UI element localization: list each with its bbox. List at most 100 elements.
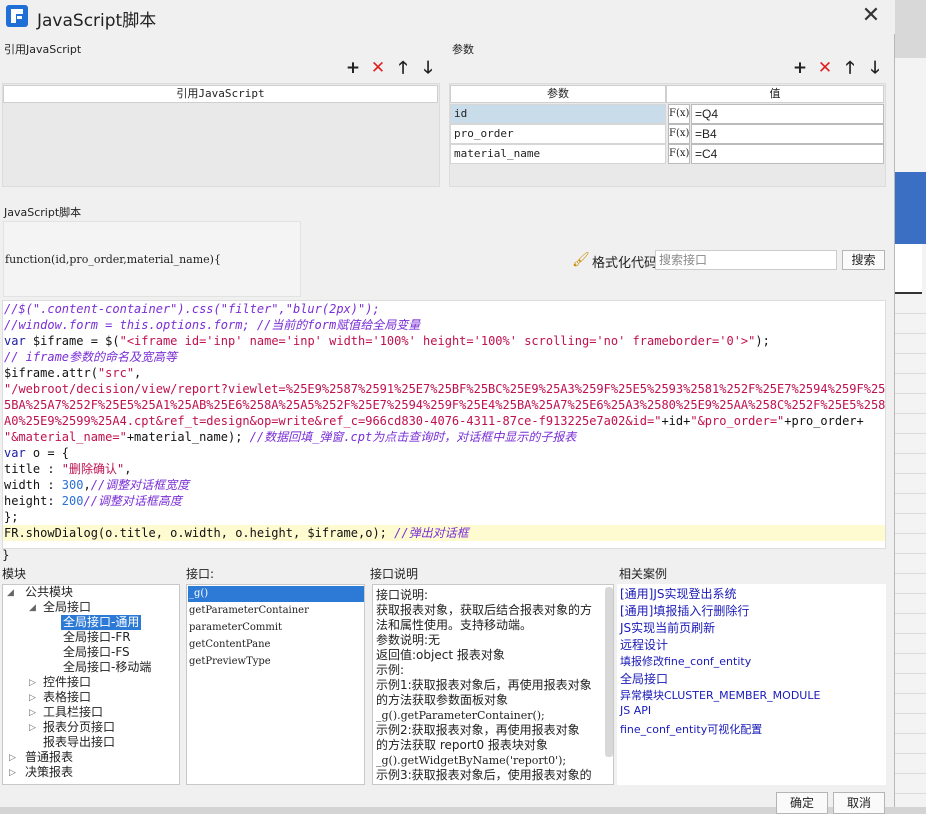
param-name[interactable]: material_name <box>450 144 666 164</box>
code-line: var $iframe = $("<iframe id='inp' name='… <box>4 334 770 348</box>
case-link[interactable]: JS API <box>620 704 651 717</box>
module-tree[interactable]: ◢ 公共模块 ◢ 全局接口 全局接口-通用 全局接口-FR 全局接口-FS 全局… <box>2 584 180 785</box>
tree-node[interactable]: 全局接口 <box>43 600 91 615</box>
tree-node[interactable]: 普通报表 <box>25 750 73 765</box>
param-name[interactable]: pro_order <box>450 124 666 144</box>
dialog-title: JavaScript脚本 <box>37 11 157 31</box>
interface-item[interactable]: getContentPane <box>188 637 364 653</box>
params-up-button[interactable]: 🡑 <box>841 59 859 77</box>
interface-item-selected[interactable]: _g() <box>188 586 364 602</box>
code-line: //window.form = this.options.form; //当前的… <box>4 318 421 332</box>
function-signature-box: function(id,pro_order,material_name){ <box>3 221 301 297</box>
formula-button[interactable]: F(x) <box>668 144 690 164</box>
code-line: //$(".content-container").css("filter","… <box>4 302 380 316</box>
background-grid <box>895 294 926 807</box>
modules-label: 模块 <box>2 567 27 581</box>
param-row[interactable]: id F(x) =Q4 <box>450 104 884 124</box>
params-delete-button[interactable]: ✕ <box>816 59 834 77</box>
tree-node-selected[interactable]: 全局接口-通用 <box>61 615 142 630</box>
tree-node[interactable]: 全局接口-FS <box>63 645 130 660</box>
tree-node[interactable]: 表格接口 <box>43 690 91 705</box>
search-button[interactable]: 搜索 <box>842 250 885 270</box>
case-link[interactable]: JS实现当前页刷新 <box>620 619 715 636</box>
code-line: }; <box>4 510 19 524</box>
formula-button[interactable]: F(x) <box>668 104 690 124</box>
description-line: 示例3:获取报表对象后，使用报表对象的 <box>376 768 592 782</box>
tree-node[interactable]: 全局接口-移动端 <box>63 660 151 675</box>
expanded-arrow-icon[interactable]: ◢ <box>7 586 14 601</box>
tree-node[interactable]: 全局接口-FR <box>63 630 131 645</box>
case-link[interactable]: 异常模块CLUSTER_MEMBER_MODULE <box>620 687 820 703</box>
param-value[interactable]: =B4 <box>691 124 884 144</box>
ref-js-up-button[interactable]: 🡑 <box>394 59 412 77</box>
description-line: 接口说明: <box>376 588 429 602</box>
ok-button[interactable]: 确定 <box>776 792 828 814</box>
code-line: width : 300,//调整对话框宽度 <box>4 478 190 492</box>
code-line: $iframe.attr("src", <box>4 366 142 380</box>
interface-item[interactable]: parameterCommit <box>188 620 364 636</box>
code-line-current: FR.showDialog(o.title, o.width, o.height… <box>3 525 885 541</box>
description-line: 返回值:object 报表对象 <box>376 648 505 662</box>
brush-icon[interactable]: 🖌 <box>572 252 590 268</box>
ref-js-label: 引用JavaScript <box>4 43 82 56</box>
background-selection <box>895 172 926 244</box>
title-bar: JavaScript脚本 ✕ <box>0 0 895 34</box>
params-col-name: 参数 <box>450 85 666 103</box>
interface-list[interactable]: _g() getParameterContainer parameterComm… <box>186 584 365 785</box>
related-cases: [通用]JS实现登出系统 [通用]填报插入行删除行 JS实现当前页刷新 远程设计… <box>617 584 886 785</box>
collapsed-arrow-icon[interactable]: ▷ <box>29 706 36 721</box>
scrollbar-thumb[interactable] <box>605 587 613 757</box>
params-label: 参数 <box>452 43 474 56</box>
interface-description: 接口说明: 获取报表对象，获取后结合报表对象的方 法和属性使用。支持移动端。 参… <box>372 584 614 785</box>
case-link[interactable]: 填报修改fine_conf_entity <box>620 653 751 669</box>
interface-item[interactable]: getParameterContainer <box>188 603 364 619</box>
params-down-button[interactable]: 🡓 <box>866 59 884 77</box>
tree-node[interactable]: 报表分页接口 <box>43 720 115 735</box>
function-signature: function(id,pro_order,material_name){ <box>5 253 221 266</box>
ref-js-add-button[interactable]: + <box>344 59 362 77</box>
tree-node[interactable]: 控件接口 <box>43 675 91 690</box>
case-link[interactable]: fine_conf_entity可视化配置 <box>620 721 762 737</box>
tree-node[interactable]: 工具栏接口 <box>43 705 103 720</box>
tree-node[interactable]: 报表导出接口 <box>43 735 115 750</box>
expanded-arrow-icon[interactable]: ◢ <box>29 601 36 616</box>
case-link[interactable]: [通用]填报插入行删除行 <box>620 602 749 619</box>
tree-node[interactable]: 公共模块 <box>25 585 73 600</box>
case-link[interactable]: 远程设计 <box>620 636 668 653</box>
interface-item[interactable]: getPreviewType <box>188 654 364 670</box>
collapsed-arrow-icon[interactable]: ▷ <box>29 691 36 706</box>
collapsed-arrow-icon[interactable]: ▷ <box>9 751 16 766</box>
description-line: 的方法获取 report0 报表块对象 <box>376 738 548 752</box>
format-code-button[interactable]: 格式化代码 <box>592 252 657 271</box>
params-add-button[interactable]: + <box>791 59 809 77</box>
close-button[interactable]: ✕ <box>859 4 883 28</box>
param-row[interactable]: pro_order F(x) =B4 <box>450 124 884 144</box>
description-line: 示例1:获取报表对象后，再使用报表对象 <box>376 678 592 692</box>
description-line: 示例2:获取报表对象，再使用报表对象 <box>376 723 580 737</box>
description-label: 接口说明 <box>370 567 419 581</box>
ref-js-panel: 引用JavaScript <box>2 83 440 187</box>
search-input[interactable]: 搜索接口 <box>655 250 837 270</box>
param-value[interactable]: =C4 <box>691 144 884 164</box>
script-label: JavaScript脚本 <box>4 206 82 219</box>
ref-js-down-button[interactable]: 🡓 <box>419 59 437 77</box>
code-editor[interactable]: //$(".content-container").css("filter","… <box>2 300 886 549</box>
param-row[interactable]: material_name F(x) =C4 <box>450 144 884 164</box>
param-value[interactable]: =Q4 <box>691 104 884 124</box>
closing-brace: } <box>2 548 10 562</box>
app-logo-icon <box>6 5 28 27</box>
description-line: _g().getWidgetByName('report0'); <box>376 754 567 767</box>
case-link[interactable]: 全局接口 <box>620 670 668 687</box>
ref-js-header: 引用JavaScript <box>3 85 438 103</box>
background-cell <box>895 244 922 294</box>
tree-node[interactable]: 决策报表 <box>25 765 73 780</box>
formula-button[interactable]: F(x) <box>668 124 690 144</box>
collapsed-arrow-icon[interactable]: ▷ <box>9 766 16 781</box>
collapsed-arrow-icon[interactable]: ▷ <box>29 676 36 691</box>
cancel-button[interactable]: 取消 <box>833 792 885 814</box>
ref-js-delete-button[interactable]: ✕ <box>369 59 387 77</box>
collapsed-arrow-icon[interactable]: ▷ <box>29 721 36 736</box>
case-link[interactable]: [通用]JS实现登出系统 <box>620 585 737 602</box>
param-name[interactable]: id <box>450 104 666 124</box>
code-line: "/webroot/decision/view/report?viewlet=%… <box>4 382 886 396</box>
